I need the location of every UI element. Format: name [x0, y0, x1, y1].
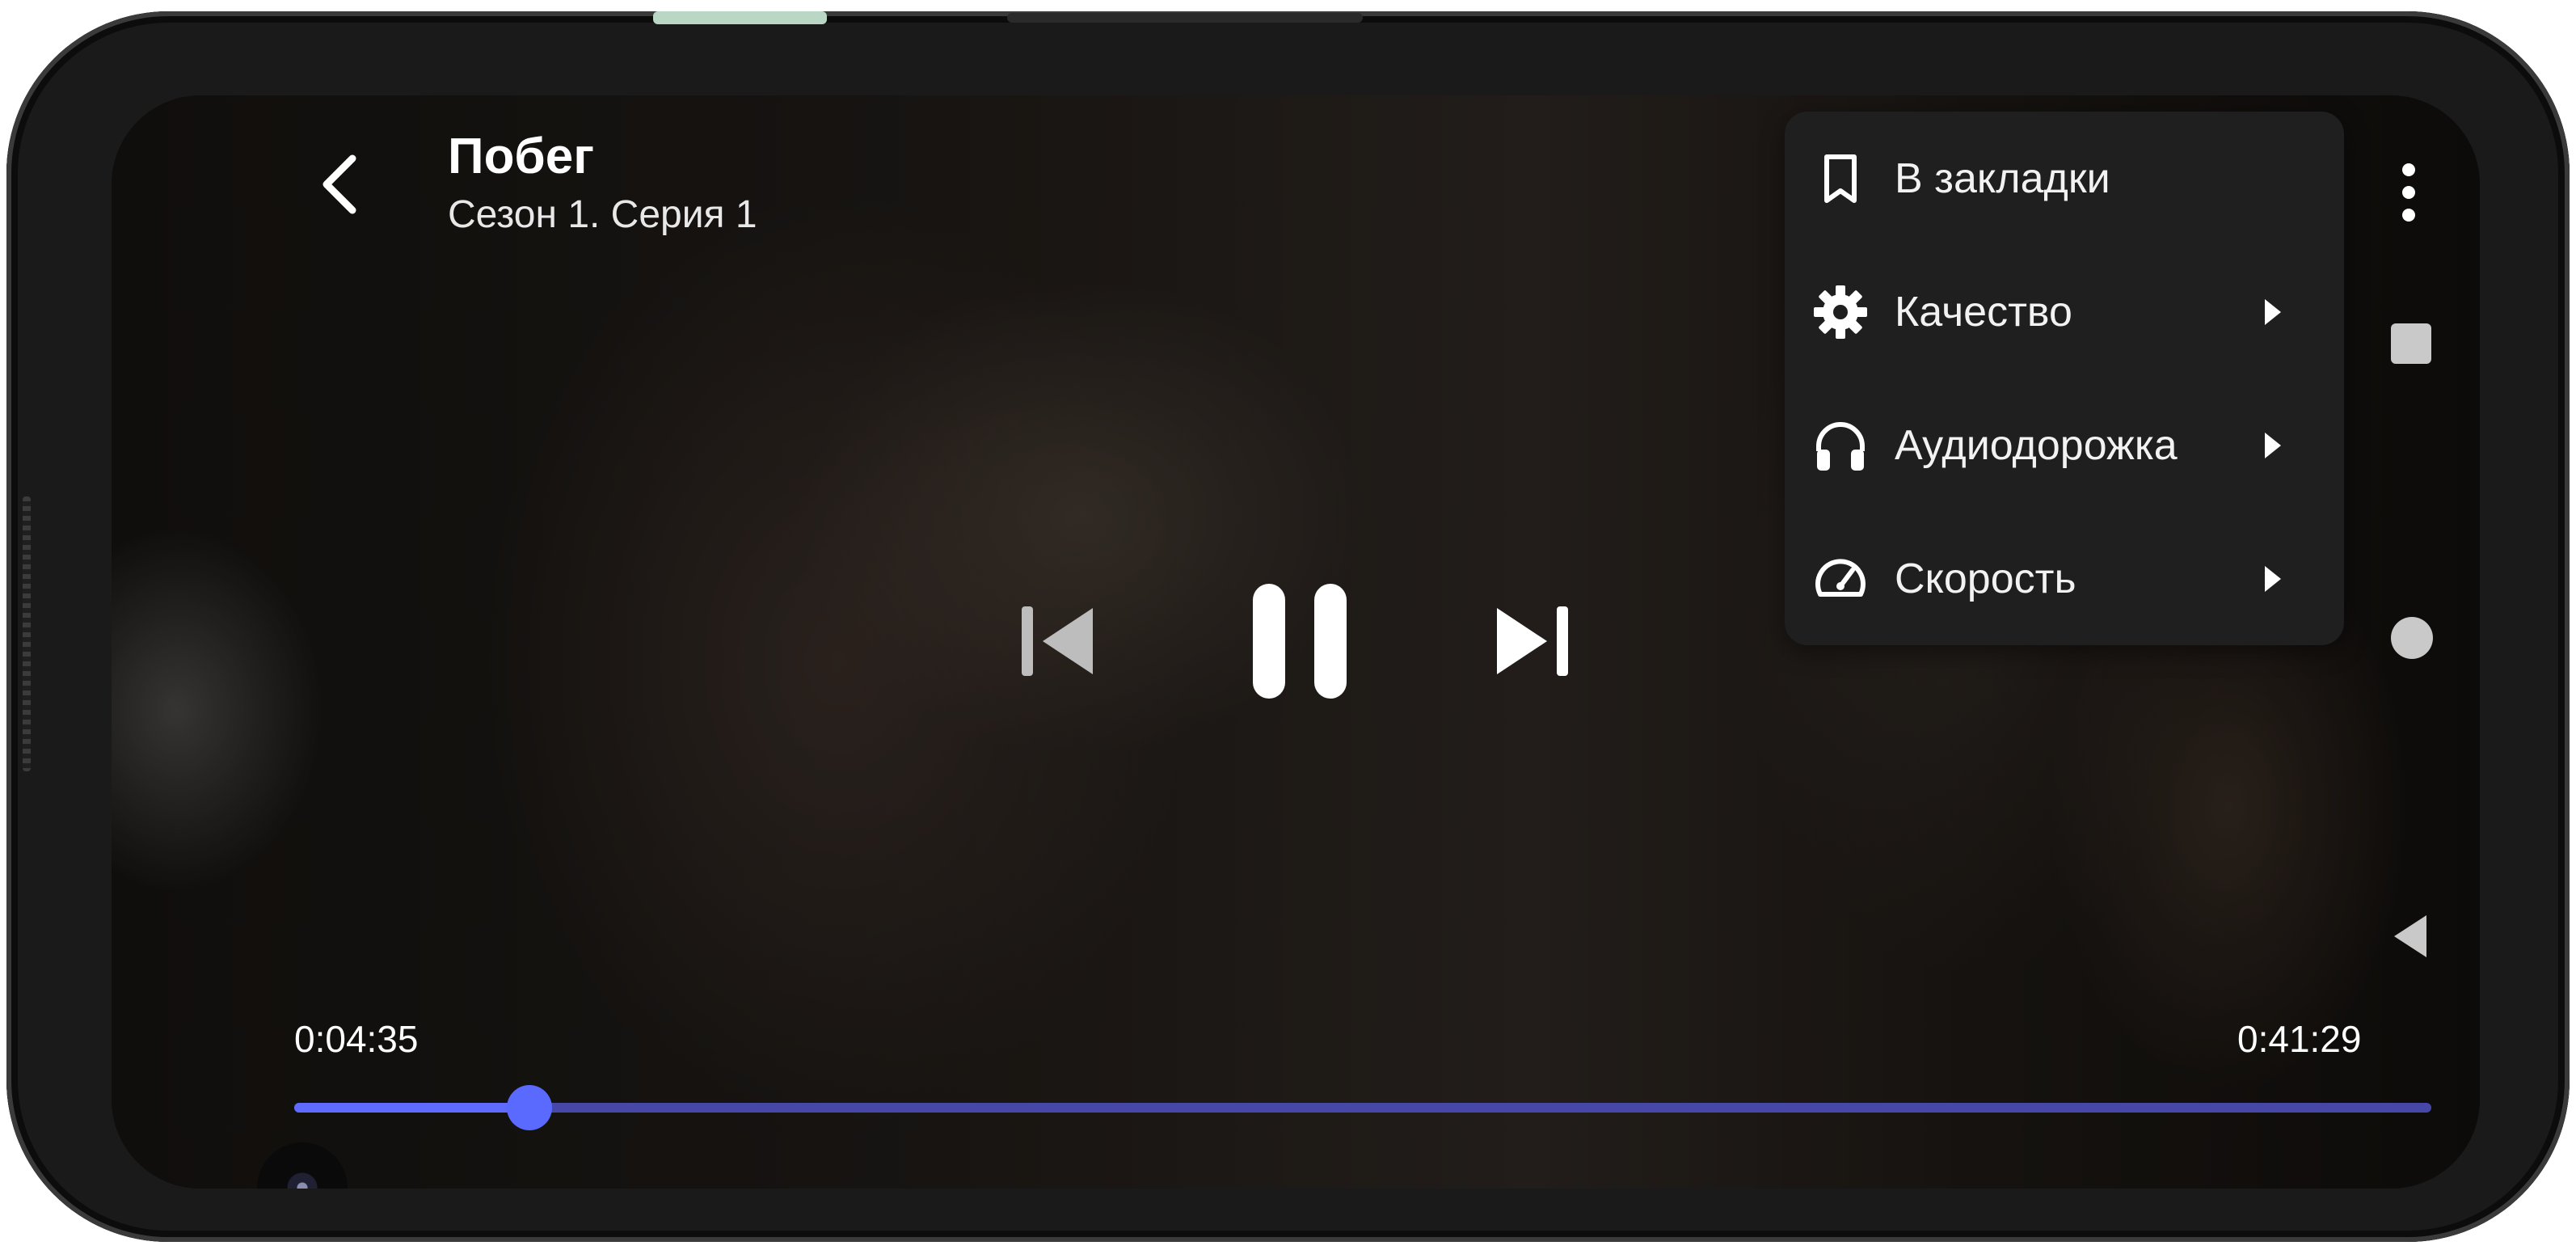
- phone-frame: Побег Сезон 1. Серия 1 В закладки Качест…: [6, 11, 2570, 1242]
- total-duration: 0:41:29: [2237, 1018, 2362, 1060]
- back-arrow-icon: [323, 154, 356, 214]
- more-vertical-icon: [2402, 163, 2415, 222]
- seek-bar[interactable]: [294, 1085, 2431, 1130]
- screen: Побег Сезон 1. Серия 1 В закладки Качест…: [112, 95, 2480, 1189]
- episode-subtitle: Сезон 1. Серия 1: [448, 193, 757, 236]
- headphones-icon: [1816, 421, 1865, 471]
- menu-item-quality[interactable]: Качество: [1785, 245, 2344, 378]
- menu-item-audio-track[interactable]: Аудиодорожка: [1785, 378, 2344, 512]
- menu-item-label: Качество: [1895, 288, 2072, 336]
- side-grille: [23, 496, 31, 771]
- seek-bar-thumb[interactable]: [506, 1085, 552, 1130]
- speedometer-icon: [1815, 558, 1866, 597]
- pause-icon: [1253, 584, 1347, 699]
- previous-episode-button[interactable]: [1015, 597, 1104, 686]
- chevron-right-icon: [2265, 565, 2281, 592]
- more-options-button[interactable]: [2393, 152, 2425, 233]
- chevron-right-icon: [2265, 432, 2281, 458]
- skip-previous-icon: [1022, 606, 1093, 676]
- menu-item-label: В закладки: [1895, 154, 2110, 202]
- skip-next-icon: [1497, 606, 1568, 676]
- nav-back-button[interactable]: [2391, 912, 2431, 961]
- nav-recents-button[interactable]: [2391, 323, 2431, 364]
- bookmark-icon: [1824, 154, 1857, 203]
- menu-item-label: Скорость: [1895, 555, 2076, 602]
- menu-item-speed[interactable]: Скорость: [1785, 512, 2344, 645]
- menu-item-label: Аудиодорожка: [1895, 421, 2178, 469]
- menu-item-bookmark[interactable]: В закладки: [1785, 112, 2344, 245]
- chevron-right-icon: [2265, 298, 2281, 325]
- back-button[interactable]: [302, 144, 383, 225]
- seek-bar-progress: [294, 1103, 529, 1113]
- gear-icon: [1814, 285, 1867, 339]
- next-episode-button[interactable]: [1486, 597, 1575, 686]
- pause-button[interactable]: [1243, 581, 1356, 702]
- elapsed-time: 0:04:35: [294, 1018, 419, 1060]
- volume-button: [653, 11, 827, 24]
- nav-home-button[interactable]: [2391, 617, 2433, 659]
- power-button: [1007, 13, 1363, 23]
- nav-back-icon: [2394, 915, 2426, 957]
- options-menu: В закладки Качество Аудиодорожка Скорост…: [1785, 112, 2344, 645]
- video-title: Побег: [448, 129, 595, 184]
